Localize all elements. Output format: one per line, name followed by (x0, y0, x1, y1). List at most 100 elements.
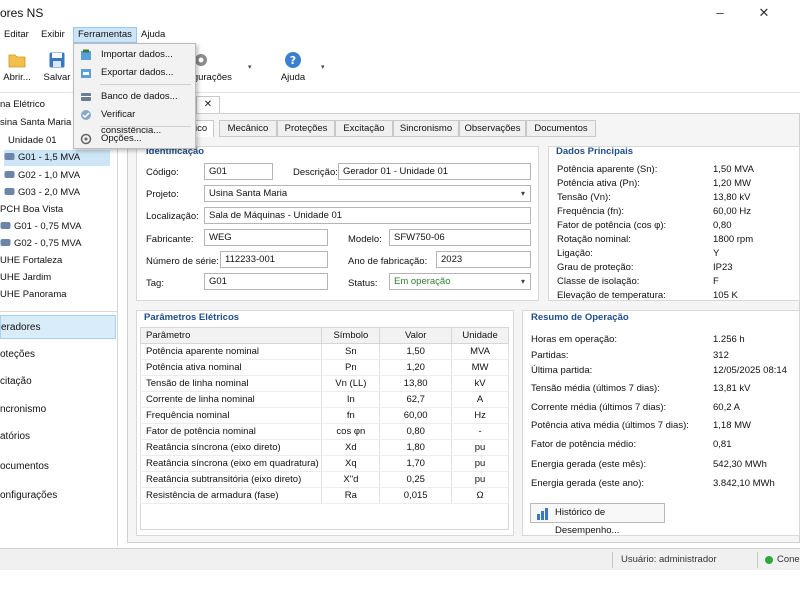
tab-observacoes[interactable]: Observações (459, 120, 526, 137)
document-tab-close[interactable]: ✕ (196, 96, 220, 113)
tree-plant-boa-vista[interactable]: PCH Boa Vista (0, 202, 63, 218)
status-select[interactable]: Em operação ▾ (389, 273, 531, 290)
electrical-table: Parâmetro Símbolo Valor Unidade Potência… (139, 327, 509, 504)
param-unit-cell: MVA (451, 343, 509, 360)
tab-excitacao[interactable]: Excitação (335, 120, 393, 137)
menu-check-consistency[interactable]: Verificar consistência... (74, 107, 195, 136)
menu-ferramentas[interactable]: Ferramentas (73, 27, 137, 43)
fabricante-field[interactable]: WEG (204, 229, 328, 246)
tree-plant-santa-maria[interactable]: sina Santa Maria (0, 115, 71, 131)
col-unidade[interactable]: Unidade (451, 327, 509, 344)
nav-configuracoes[interactable]: onfigurações (0, 484, 116, 508)
table-row[interactable]: Potência aparente nominal Sn 1,50 MVA (139, 343, 509, 360)
param-name-cell: Corrente de linha nominal (139, 391, 323, 408)
codigo-label: Código: (146, 167, 179, 178)
serie-field[interactable]: 112233-001 (220, 251, 328, 268)
param-symbol-cell: X"d (321, 471, 381, 488)
open-label: Abrir... (3, 72, 31, 83)
tree-gen-g02[interactable]: G02 - 1,0 MVA (4, 168, 80, 184)
tag-field[interactable]: G01 (204, 273, 328, 290)
table-row[interactable]: Corrente de linha nominal In 62,7 A (139, 391, 509, 408)
tree-bv-g01[interactable]: G01 - 0,75 MVA (0, 219, 81, 235)
projeto-select[interactable]: Usina Santa Maria ▾ (204, 185, 531, 202)
menu-database[interactable]: Banco de dados... (74, 89, 195, 105)
param-symbol-cell: fn (321, 407, 381, 424)
modelo-field[interactable]: SFW750-06 (389, 229, 531, 246)
col-simbolo[interactable]: Símbolo (321, 327, 381, 344)
generator-icon (4, 171, 15, 178)
main-data-label: Rotação nominal: (557, 234, 631, 245)
help-button[interactable]: ? Ajuda (278, 47, 308, 89)
close-window-button[interactable]: ✕ (754, 4, 774, 22)
param-unit-cell: pu (451, 471, 509, 488)
menu-ajuda[interactable]: Ajuda (137, 27, 169, 43)
nav-divider (0, 311, 118, 312)
help-dropdown-arrow[interactable]: ▾ (321, 63, 325, 71)
menu-export-data[interactable]: Exportar dados... (74, 65, 195, 81)
param-symbol-cell: In (321, 391, 381, 408)
operation-value: 0,81 (713, 439, 732, 450)
operation-label: Fator de potência médio: (531, 439, 637, 450)
performance-history-button[interactable]: Histórico de Desempenho... (530, 503, 665, 536)
param-value-cell: 62,7 (379, 391, 453, 408)
table-row[interactable]: Resistência de armadura (fase) Ra 0,015 Ω (139, 487, 509, 504)
tree-gen-g03[interactable]: G03 - 2,0 MVA (4, 185, 80, 201)
param-name-cell: Tensão de linha nominal (139, 375, 323, 392)
tab-mecanico[interactable]: Mecânico (219, 120, 277, 137)
tab-documentos[interactable]: Documentos (526, 120, 596, 137)
ano-field[interactable]: 2023 (436, 251, 531, 268)
menu-exibir[interactable]: Exibir (37, 27, 69, 43)
operation-title: Resumo de Operação (531, 312, 629, 323)
param-unit-cell: Ω (451, 487, 509, 504)
table-row[interactable]: Reatância síncrona (eixo em quadratura) X… (139, 455, 509, 472)
param-name-cell: Reatância síncrona (eixo direto) (139, 439, 323, 456)
param-unit-cell: Hz (451, 407, 509, 424)
tree-plant-fortaleza[interactable]: UHE Fortaleza (0, 253, 62, 269)
table-row[interactable]: Frequência nominal fn 60,00 Hz (139, 407, 509, 424)
save-icon (49, 52, 65, 68)
nav-geradores[interactable]: eradores (0, 315, 116, 339)
options-icon (80, 133, 92, 145)
operation-label: Horas em operação: (531, 334, 618, 345)
tree-plant-jardim[interactable]: UHE Jardim (0, 270, 51, 286)
nav-sincronismo[interactable]: ncronismo (0, 398, 116, 422)
menu-options[interactable]: Opções... (74, 131, 195, 147)
tab-protecoes[interactable]: Proteções (277, 120, 335, 137)
codigo-field[interactable]: G01 (204, 163, 273, 180)
col-parametro[interactable]: Parâmetro (139, 327, 323, 344)
param-name-cell: Frequência nominal (139, 407, 323, 424)
table-row[interactable]: Fator de potência nominal cos φn 0,80- (139, 423, 509, 440)
nav-documentos[interactable]: ocumentos (0, 455, 116, 479)
menu-options-label: Opções... (101, 133, 142, 144)
open-button[interactable]: Abrir... (0, 47, 34, 89)
minimize-button[interactable]: – (710, 4, 730, 22)
nav-relatorios[interactable]: atórios (0, 425, 116, 449)
param-value-cell: 0,015 (379, 487, 453, 504)
tree-plant-panorama[interactable]: UHE Panorama (0, 287, 67, 303)
table-row[interactable]: Reatância síncrona (eixo direto) Xd 1,80 pu (139, 439, 509, 456)
tree-unit-01[interactable]: Unidade 01 (8, 133, 57, 149)
tree-bv-g02-label: G02 - 0,75 MVA (14, 238, 82, 249)
save-button[interactable]: Salvar (40, 47, 74, 89)
settings-dropdown-arrow[interactable]: ▾ (248, 63, 252, 71)
nav-protecoes[interactable]: oteções (0, 343, 116, 367)
descricao-label: Descrição: (293, 167, 338, 178)
table-row[interactable]: Potência ativa nominal Pn 1,20 MW (139, 359, 509, 376)
tree-bv-g02[interactable]: G02 - 0,75 MVA (0, 236, 81, 252)
descricao-field[interactable]: Gerador 01 - Unidade 01 (338, 163, 531, 180)
tree-root[interactable]: na Elétrico (0, 97, 45, 113)
localizacao-field[interactable]: Sala de Máquinas - Unidade 01 (204, 207, 531, 224)
tree-gen-g01[interactable]: G01 - 1,5 MVA (4, 150, 110, 166)
param-symbol-cell: Ra (321, 487, 381, 504)
tab-sincronismo[interactable]: Sincronismo (393, 120, 459, 137)
menu-separator (100, 126, 191, 127)
table-row[interactable]: Tensão de linha nominal Vn (LL) 13,80 kV (139, 375, 509, 392)
param-symbol-cell: Sn (321, 343, 381, 360)
menu-import-data[interactable]: Importar dados... (74, 47, 195, 63)
operation-label: Última partida: (531, 365, 593, 376)
projeto-label: Projeto: (146, 189, 179, 200)
table-row[interactable]: Reatância subtransitória (eixo direto) X"… (139, 471, 509, 488)
col-valor[interactable]: Valor (379, 327, 453, 344)
nav-excitacao[interactable]: citação (0, 370, 116, 394)
menu-editar[interactable]: Editar (0, 27, 33, 43)
